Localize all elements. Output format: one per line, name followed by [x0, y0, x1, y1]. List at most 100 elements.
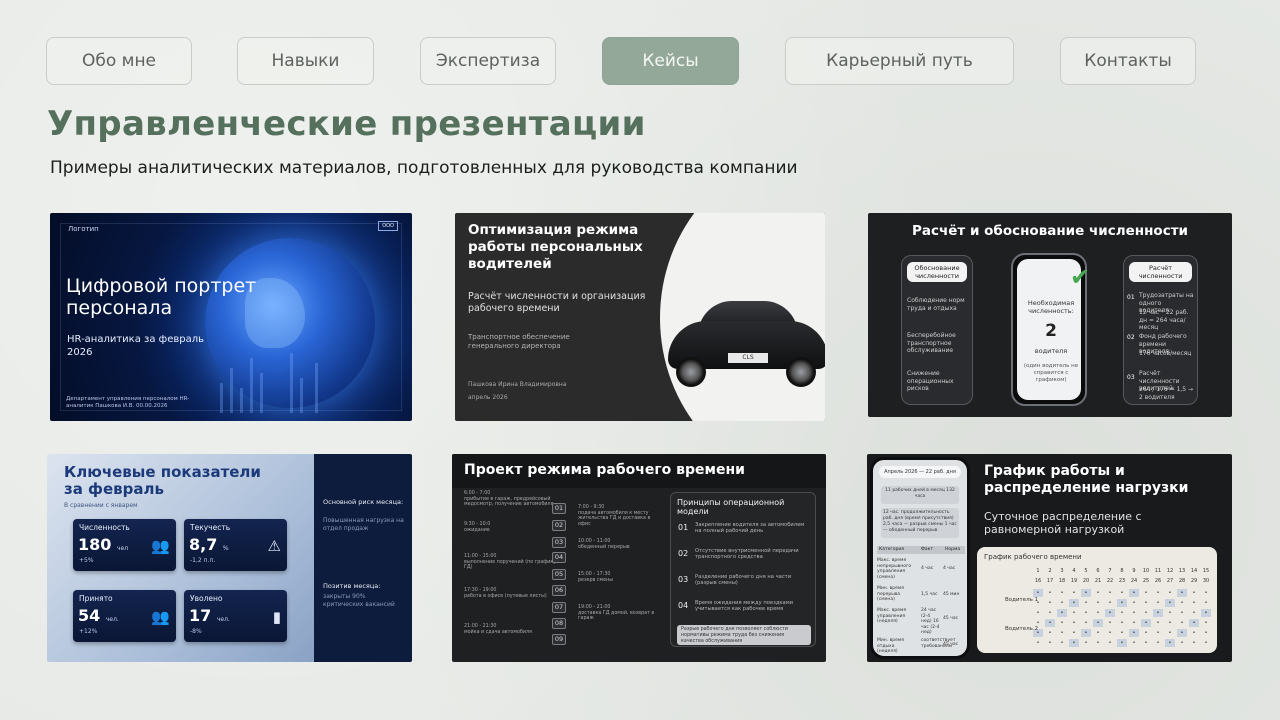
principle-number: 04 [678, 601, 689, 610]
kpi-turnover: Текучесть 8,7 % -1,2 п.п. ⚠ [184, 519, 287, 571]
table-cell: 24 час (2-4 нед) 16 час (2-4 нед) [921, 608, 940, 635]
schedule-day: 27 [1166, 578, 1174, 584]
phone-box: 11 рабочих дней в месяц 132 часа [881, 486, 959, 504]
schedule-mark: • [1144, 610, 1148, 616]
step-number: 01 [1127, 294, 1135, 301]
kpi-label: Текучесть [190, 523, 231, 532]
page-subtitle: Примеры аналитических материалов, подгот… [50, 158, 798, 178]
card-title: Ключевые показатели за февраль [64, 463, 261, 498]
schedule-mark: • [1144, 630, 1148, 636]
schedule-mark: • [1048, 600, 1052, 606]
logo-text: Логотип [68, 225, 99, 233]
schedule-mark: • [1084, 640, 1088, 646]
schedule-mark: • [1105, 609, 1115, 617]
schedule-day: 12 [1166, 568, 1174, 574]
kpi-dismissed: Уволено 17 чел. -8% ▮ [184, 590, 287, 642]
step-number: 07 [552, 602, 566, 613]
card-subtitle: В сравнении с январем [64, 502, 138, 509]
top-nav: Обо мне Навыки Экспертиза Кейсы Карьерны… [0, 37, 1280, 85]
schedule-mark: • [1144, 590, 1148, 596]
presentation-card-digital-portrait[interactable]: Логотип ООО Цифровой портрет персонала H… [50, 213, 412, 421]
car-image: CLS [668, 301, 825, 391]
schedule-mark: • [1180, 620, 1184, 626]
timeline-time: 11:00 - 15:00 [464, 554, 497, 559]
phone-value: 2 [1045, 321, 1057, 341]
schedule-mark: • [1096, 640, 1100, 646]
step-number: 06 [552, 585, 566, 596]
schedule-day: 28 [1178, 578, 1186, 584]
timeline-item: 15:00 - 17:30 резерв смены [578, 572, 658, 583]
schedule-day: 10 [1142, 568, 1150, 574]
risk-text: Повышенная нагрузка на отдел продаж [323, 517, 404, 532]
presentation-card-work-schedule[interactable]: Проект режима рабочего времени 6:00 - 7:… [452, 454, 826, 662]
schedule-mark: • [1120, 620, 1124, 626]
driver-label: Водитель 2 [1005, 626, 1039, 632]
kpi-delta: +5% [79, 557, 94, 564]
card-subtitle: Расчёт численности и организация рабочег… [468, 291, 646, 314]
presentation-card-headcount[interactable]: Расчёт и обоснование численности Обоснов… [868, 213, 1232, 417]
table-cell: 4 час [943, 566, 956, 571]
schedule-mark: • [1156, 600, 1160, 606]
schedule-mark: • [1204, 620, 1208, 626]
nav-career[interactable]: Карьерный путь [785, 37, 1014, 85]
schedule-day: 23 [1118, 578, 1126, 584]
schedule-mark: • [1141, 619, 1151, 627]
company-badge: ООО [378, 221, 398, 231]
schedule-mark: • [1168, 620, 1172, 626]
step-detail: 264 / 176 = 1,5 → 2 водителя [1139, 386, 1194, 401]
schedule-mark: • [1108, 620, 1112, 626]
positive-text: закрыты 90% критических вакансий [323, 593, 395, 608]
schedule-mark: • [1165, 599, 1175, 607]
schedule-mark: • [1156, 630, 1160, 636]
schedule-mark: • [1132, 620, 1136, 626]
nav-cases[interactable]: Кейсы [602, 37, 739, 85]
kpi-unit: чел. [105, 616, 119, 623]
schedule-mark: • [1117, 599, 1127, 607]
timeline-text: выполнение поручений (по графику ГД) [464, 559, 557, 571]
timeline-item: 9:30 - 10:0 ожидание [464, 522, 559, 533]
nav-about[interactable]: Обо мне [46, 37, 192, 85]
table-cell: соответствует требованиям [921, 638, 956, 649]
schedule-mark: • [1060, 590, 1064, 596]
schedule-mark: • [1069, 639, 1079, 647]
card-title: Расчёт и обоснование численности [912, 223, 1188, 239]
timeline-time: 21:00 - 21:30 [464, 624, 497, 629]
table-cell: Мин. время перерыва (смена) [877, 586, 904, 602]
table-cell: 45 час [943, 616, 959, 621]
principle-text: Разделение рабочего дня на части (разрыв… [695, 574, 792, 586]
schedule-day: 26 [1154, 578, 1162, 584]
justification-item: Соблюдение норм труда и отдыха [907, 297, 965, 312]
phone-header: Апрель 2026 — 22 раб. дня [879, 466, 961, 478]
driver-label: Водитель 1 [1005, 597, 1039, 603]
presentation-card-schedule[interactable]: Апрель 2026 — 22 раб. дня 11 рабочих дне… [867, 454, 1232, 662]
presentation-card-drivers[interactable]: CLS Оптимизация режима работы персональн… [455, 213, 825, 421]
timeline-time: 17:30 - 19:00 [464, 588, 497, 593]
schedule-mark: • [1084, 620, 1088, 626]
schedule-mark: • [1072, 590, 1076, 596]
nav-contacts[interactable]: Контакты [1060, 37, 1196, 85]
kpi-label: Численность [79, 523, 130, 532]
schedule-mark: • [1036, 640, 1040, 646]
schedule-mark: • [1177, 629, 1187, 637]
card-subtitle-secondary: Транспортное обеспечение генерального ди… [468, 333, 570, 350]
nav-expertise[interactable]: Экспертиза [420, 37, 556, 85]
schedule-title: График рабочего времени [984, 553, 1082, 561]
schedule-mark: • [1156, 640, 1160, 646]
schedule-mark: • [1156, 590, 1160, 596]
step-detail: 176 часов/месяц [1139, 350, 1192, 357]
timeline-item: 21:00 - 21:30 мойка и сдача автомобиля [464, 624, 559, 635]
nav-skills[interactable]: Навыки [237, 37, 374, 85]
schedule-day: 14 [1190, 568, 1198, 574]
kpi-value: 180 [78, 535, 112, 554]
kpi-hired: Принято 54 чел. +12% 👥 [73, 590, 176, 642]
page-title: Управленческие презентации [47, 104, 646, 144]
schedule-mark: • [1048, 610, 1052, 616]
presentation-card-kpi[interactable]: Основной риск месяца: Повышенная нагрузк… [47, 454, 412, 662]
schedule-mark: • [1204, 640, 1208, 646]
kpi-unit: чел. [216, 616, 230, 623]
schedule-day: 22 [1106, 578, 1114, 584]
phone-box: 12 час. продолжительность раб. дня (врем… [881, 508, 959, 538]
schedule-mark: • [1057, 609, 1067, 617]
kpi-delta: +12% [79, 628, 98, 635]
schedule-mark: • [1081, 589, 1091, 597]
